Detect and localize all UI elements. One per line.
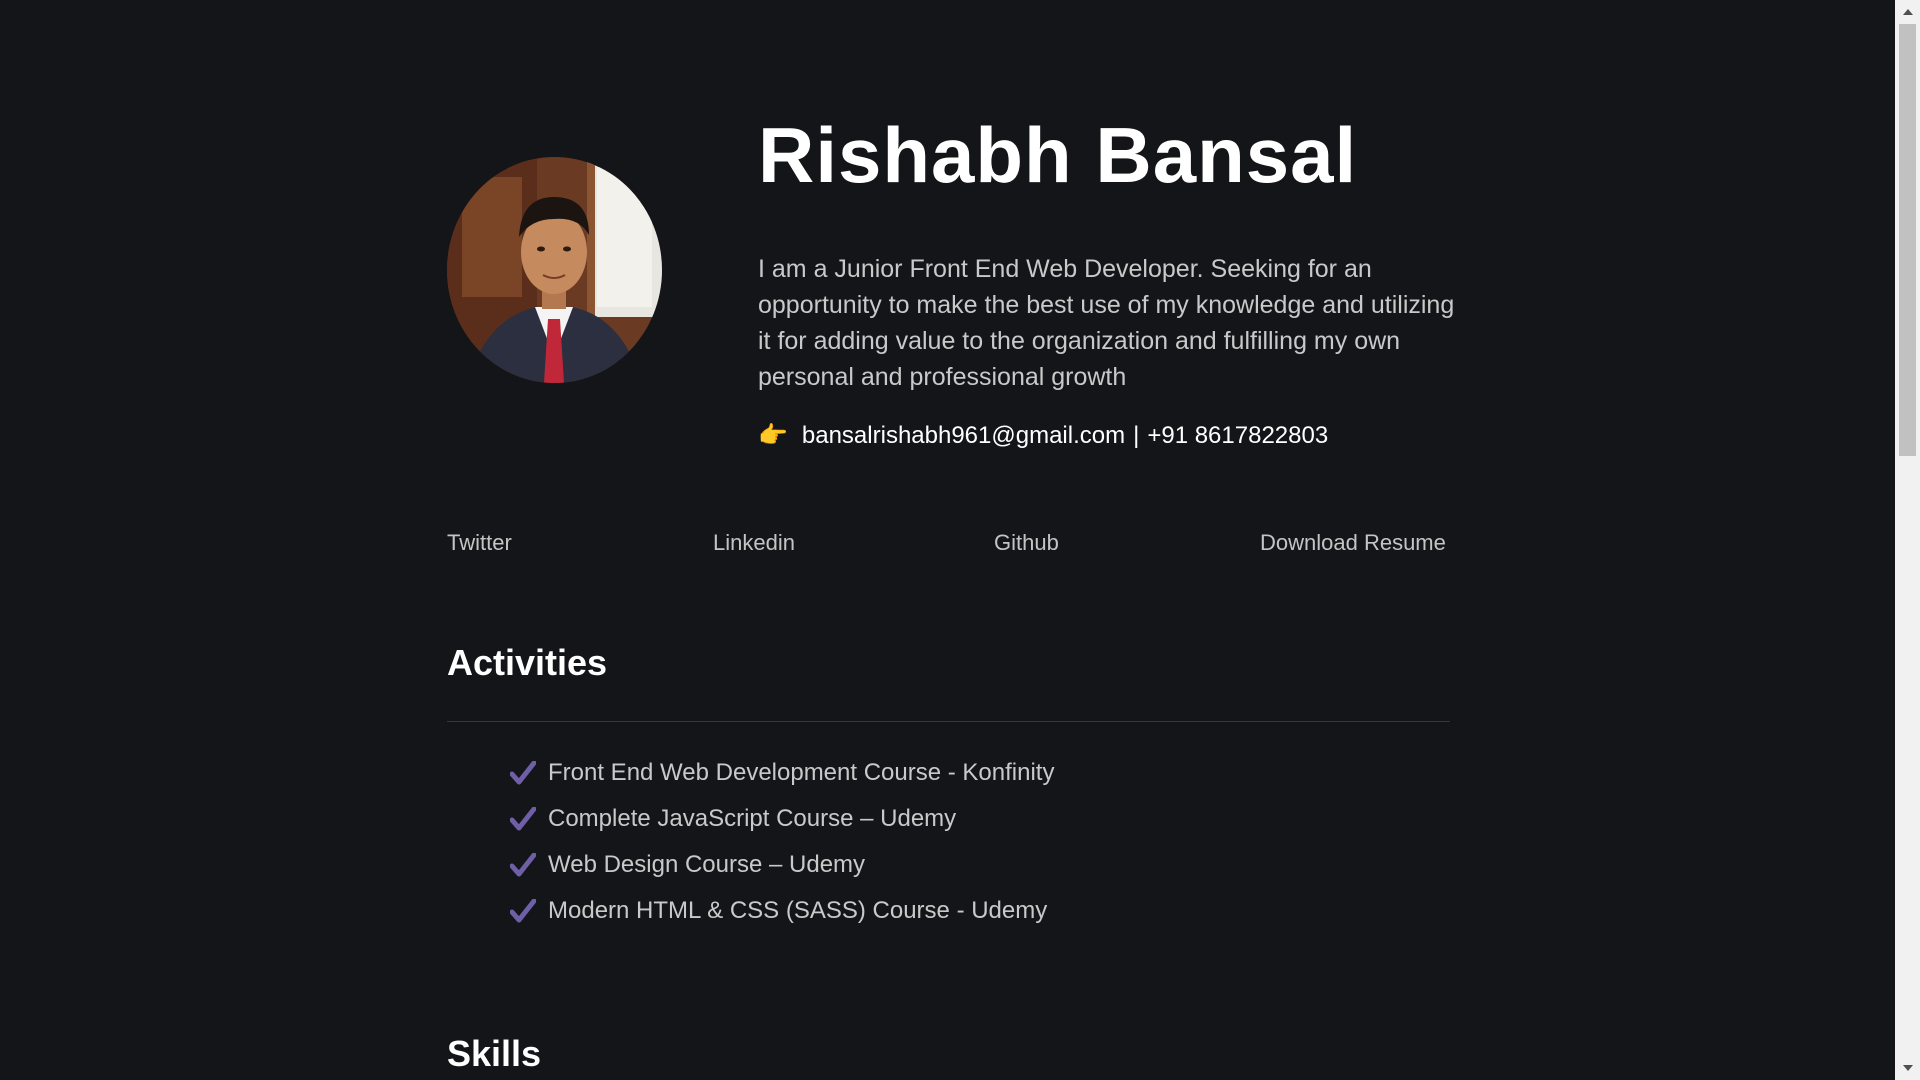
list-item: Web Design Course – Udemy — [510, 842, 1054, 888]
activity-label: Complete JavaScript Course – Udemy — [548, 805, 957, 832]
bio-text: I am a Junior Front End Web Developer. S… — [758, 255, 1455, 391]
twitter-link[interactable]: Twitter — [447, 530, 512, 556]
scroll-down-arrow-icon[interactable] — [1895, 1058, 1920, 1078]
activities-list: Front End Web Development Course - Konfi… — [510, 750, 1054, 934]
email-link[interactable]: bansalrishabh961@gmail.com — [802, 422, 1125, 450]
list-item: Complete JavaScript Course – Udemy — [510, 796, 1054, 842]
resume-page: Rishabh Bansal I am a Junior Front End W… — [0, 0, 1895, 1080]
profile-photo — [447, 157, 662, 383]
download-resume-link[interactable]: Download Resume — [1260, 530, 1446, 556]
page-title: Rishabh Bansal — [758, 111, 1358, 199]
activities-heading: Activities — [447, 642, 608, 683]
checkmark-icon — [510, 761, 536, 785]
activity-label: Modern HTML & CSS (SASS) Course - Udemy — [548, 897, 1048, 924]
vertical-scrollbar[interactable] — [1895, 0, 1920, 1080]
activity-label: Web Design Course – Udemy — [548, 851, 866, 878]
checkmark-icon — [510, 853, 536, 877]
contact-line: 👉 bansalrishabh961@gmail.com | +91 86178… — [758, 421, 1328, 450]
list-item: Front End Web Development Course - Konfi… — [510, 750, 1054, 796]
pointing-hand-icon: 👉 — [758, 422, 788, 449]
contact-separator: | — [1133, 421, 1140, 449]
checkmark-icon — [510, 807, 536, 831]
scroll-up-arrow-icon[interactable] — [1895, 2, 1920, 22]
github-link[interactable]: Github — [994, 530, 1059, 556]
scrollbar-thumb[interactable] — [1899, 24, 1916, 456]
checkmark-icon — [510, 899, 536, 923]
activity-label: Front End Web Development Course - Konfi… — [548, 759, 1055, 786]
phone-number[interactable]: +91 8617822803 — [1147, 422, 1328, 450]
skills-heading: Skills — [447, 1033, 542, 1074]
section-divider — [447, 721, 1450, 722]
profile-photo-image — [447, 157, 662, 383]
linkedin-link[interactable]: Linkedin — [713, 530, 795, 556]
list-item: Modern HTML & CSS (SASS) Course - Udemy — [510, 888, 1054, 934]
